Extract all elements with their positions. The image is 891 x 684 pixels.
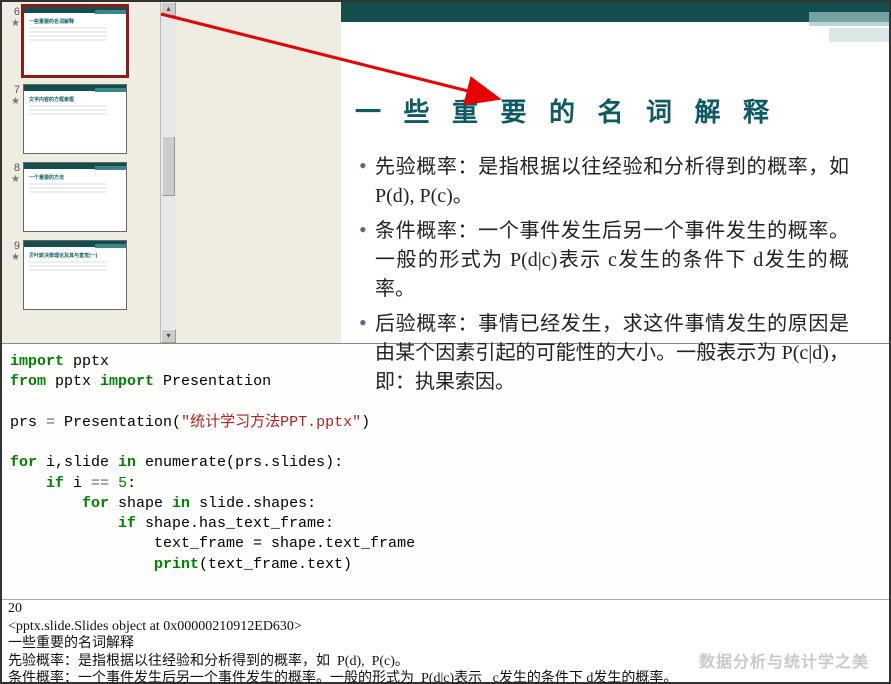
code-text: i,slide (37, 454, 118, 471)
code-num: 5 (118, 475, 127, 492)
code-text: Presentation( (55, 414, 181, 431)
slide-number: 9 ★ (5, 240, 23, 310)
code-kw: in (172, 495, 190, 512)
slide-bullet: 先验概率：是指根据以往经验和分析得到的概率，如 P(d), P(c)。 (355, 153, 849, 211)
scroll-track[interactable] (161, 16, 176, 329)
code-text: text_frame = shape.text_frame (10, 535, 415, 552)
code-text: Presentation (154, 373, 271, 390)
code-op: = (46, 414, 55, 431)
thumbnails-scrollbar[interactable]: ▴ ▾ (160, 2, 176, 343)
scroll-down-arrow-icon[interactable]: ▾ (161, 329, 176, 343)
output-line: 先验概率：是指根据以往经验和分析得到的概率，如 P(d), P(c)。 (8, 654, 409, 669)
slide-bullet: 后验概率：事情已经发生，求这件事情发生的原因是由某个因素引起的可能性的大小。一般… (355, 310, 849, 397)
thumbnail-row[interactable]: 6 ★ 一些重要的名词解释 (2, 4, 160, 82)
slide-number-label: 9 (14, 240, 20, 252)
code-text: shape (109, 495, 172, 512)
thumb-title: 贝叶斯决策理论及其与直觉(一) (29, 252, 121, 259)
code-text: slide.shapes: (190, 495, 316, 512)
slide-header-bar (24, 241, 126, 247)
slide-thumbnails-panel: 6 ★ 一些重要的名词解释 7 ★ 文字内容的方框索框 (2, 2, 160, 343)
slide-header-bar (24, 7, 126, 13)
output-line: 条件概率：一个事件发生后另一个事件发生的概率。一般的形式为 P(d|c)表示 c… (8, 671, 677, 683)
code-kw: print (10, 556, 199, 573)
slide-decor-bar (341, 2, 889, 38)
slide-bullets: 先验概率：是指根据以往经验和分析得到的概率，如 P(d), P(c)。 条件概率… (341, 153, 889, 397)
code-kw: import (10, 353, 64, 370)
code-text: pptx (46, 373, 100, 390)
anim-star-icon: ★ (11, 252, 20, 263)
thumbnails-list: 6 ★ 一些重要的名词解释 7 ★ 文字内容的方框索框 (2, 2, 160, 343)
slide-header-bar (24, 85, 126, 91)
thumbnail-row[interactable]: 7 ★ 文字内容的方框索框 (2, 82, 160, 160)
slide-number: 7 ★ (5, 84, 23, 154)
anim-star-icon: ★ (11, 174, 20, 185)
thumb-title: 文字内容的方框索框 (29, 96, 121, 103)
output-line: 一些重要的名词解释 (8, 636, 134, 651)
anim-star-icon: ★ (11, 18, 20, 29)
code-text: shape.has_text_frame: (136, 515, 334, 532)
code-text: i (64, 475, 91, 492)
ppt-preview-area: 6 ★ 一些重要的名词解释 7 ★ 文字内容的方框索框 (2, 2, 889, 344)
code-text: (text_frame.text) (199, 556, 352, 573)
slide-thumbnail-selected[interactable]: 一些重要的名词解释 (23, 6, 127, 76)
code-op: == (91, 475, 109, 492)
slide-number: 6 ★ (5, 6, 23, 76)
output-line: <pptx.slide.Slides object at 0x000002109… (8, 619, 302, 634)
scroll-up-arrow-icon[interactable]: ▴ (161, 2, 176, 16)
code-text: enumerate(prs.slides): (136, 454, 343, 471)
code-string: "统计学习方法PPT.pptx" (181, 414, 361, 431)
scroll-handle[interactable] (162, 136, 175, 196)
watermark-text: 数据分析与统计学之美 (699, 653, 869, 673)
slide-number-label: 6 (14, 6, 20, 18)
code-kw: import (100, 373, 154, 390)
slide-title: 一 些 重 要 的 名 词 解 释 (355, 92, 889, 129)
slide-thumbnail[interactable]: 贝叶斯决策理论及其与直觉(一) (23, 240, 127, 310)
slide-header-bar (24, 163, 126, 169)
thumbnail-row[interactable]: 9 ★ 贝叶斯决策理论及其与直觉(一) (2, 238, 160, 316)
slide-thumbnail[interactable]: 文字内容的方框索框 (23, 84, 127, 154)
code-kw: if (10, 475, 64, 492)
slide-bullet: 条件概率：一个事件发生后另一个事件发生的概率。一般的形式为 P(d|c)表示 c… (355, 217, 849, 304)
code-kw: for (10, 495, 109, 512)
code-text: prs (10, 414, 46, 431)
slide-number-label: 7 (14, 84, 20, 96)
code-kw: for (10, 454, 37, 471)
code-text: ) (361, 414, 370, 431)
output-line: 20 (8, 601, 22, 616)
thumb-title: 一个重要的方法 (29, 174, 121, 181)
code-text: pptx (64, 353, 109, 370)
main-slide: 一 些 重 要 的 名 词 解 释 先验概率：是指根据以往经验和分析得到的概率，… (341, 2, 889, 343)
slide-thumbnail[interactable]: 一个重要的方法 (23, 162, 127, 232)
code-kw: from (10, 373, 46, 390)
slide-number-label: 8 (14, 162, 20, 174)
code-kw: if (10, 515, 136, 532)
thumb-title: 一些重要的名词解释 (29, 18, 121, 25)
code-text (109, 475, 118, 492)
thumbnail-row[interactable]: 8 ★ 一个重要的方法 (2, 160, 160, 238)
slide-preview-panel: 一 些 重 要 的 名 词 解 释 先验概率：是指根据以往经验和分析得到的概率，… (176, 2, 889, 343)
slide-number: 8 ★ (5, 162, 23, 232)
code-kw: in (118, 454, 136, 471)
anim-star-icon: ★ (11, 96, 20, 107)
output-cell: 20 <pptx.slide.Slides object at 0x000002… (2, 599, 889, 683)
code-text: : (127, 475, 136, 492)
